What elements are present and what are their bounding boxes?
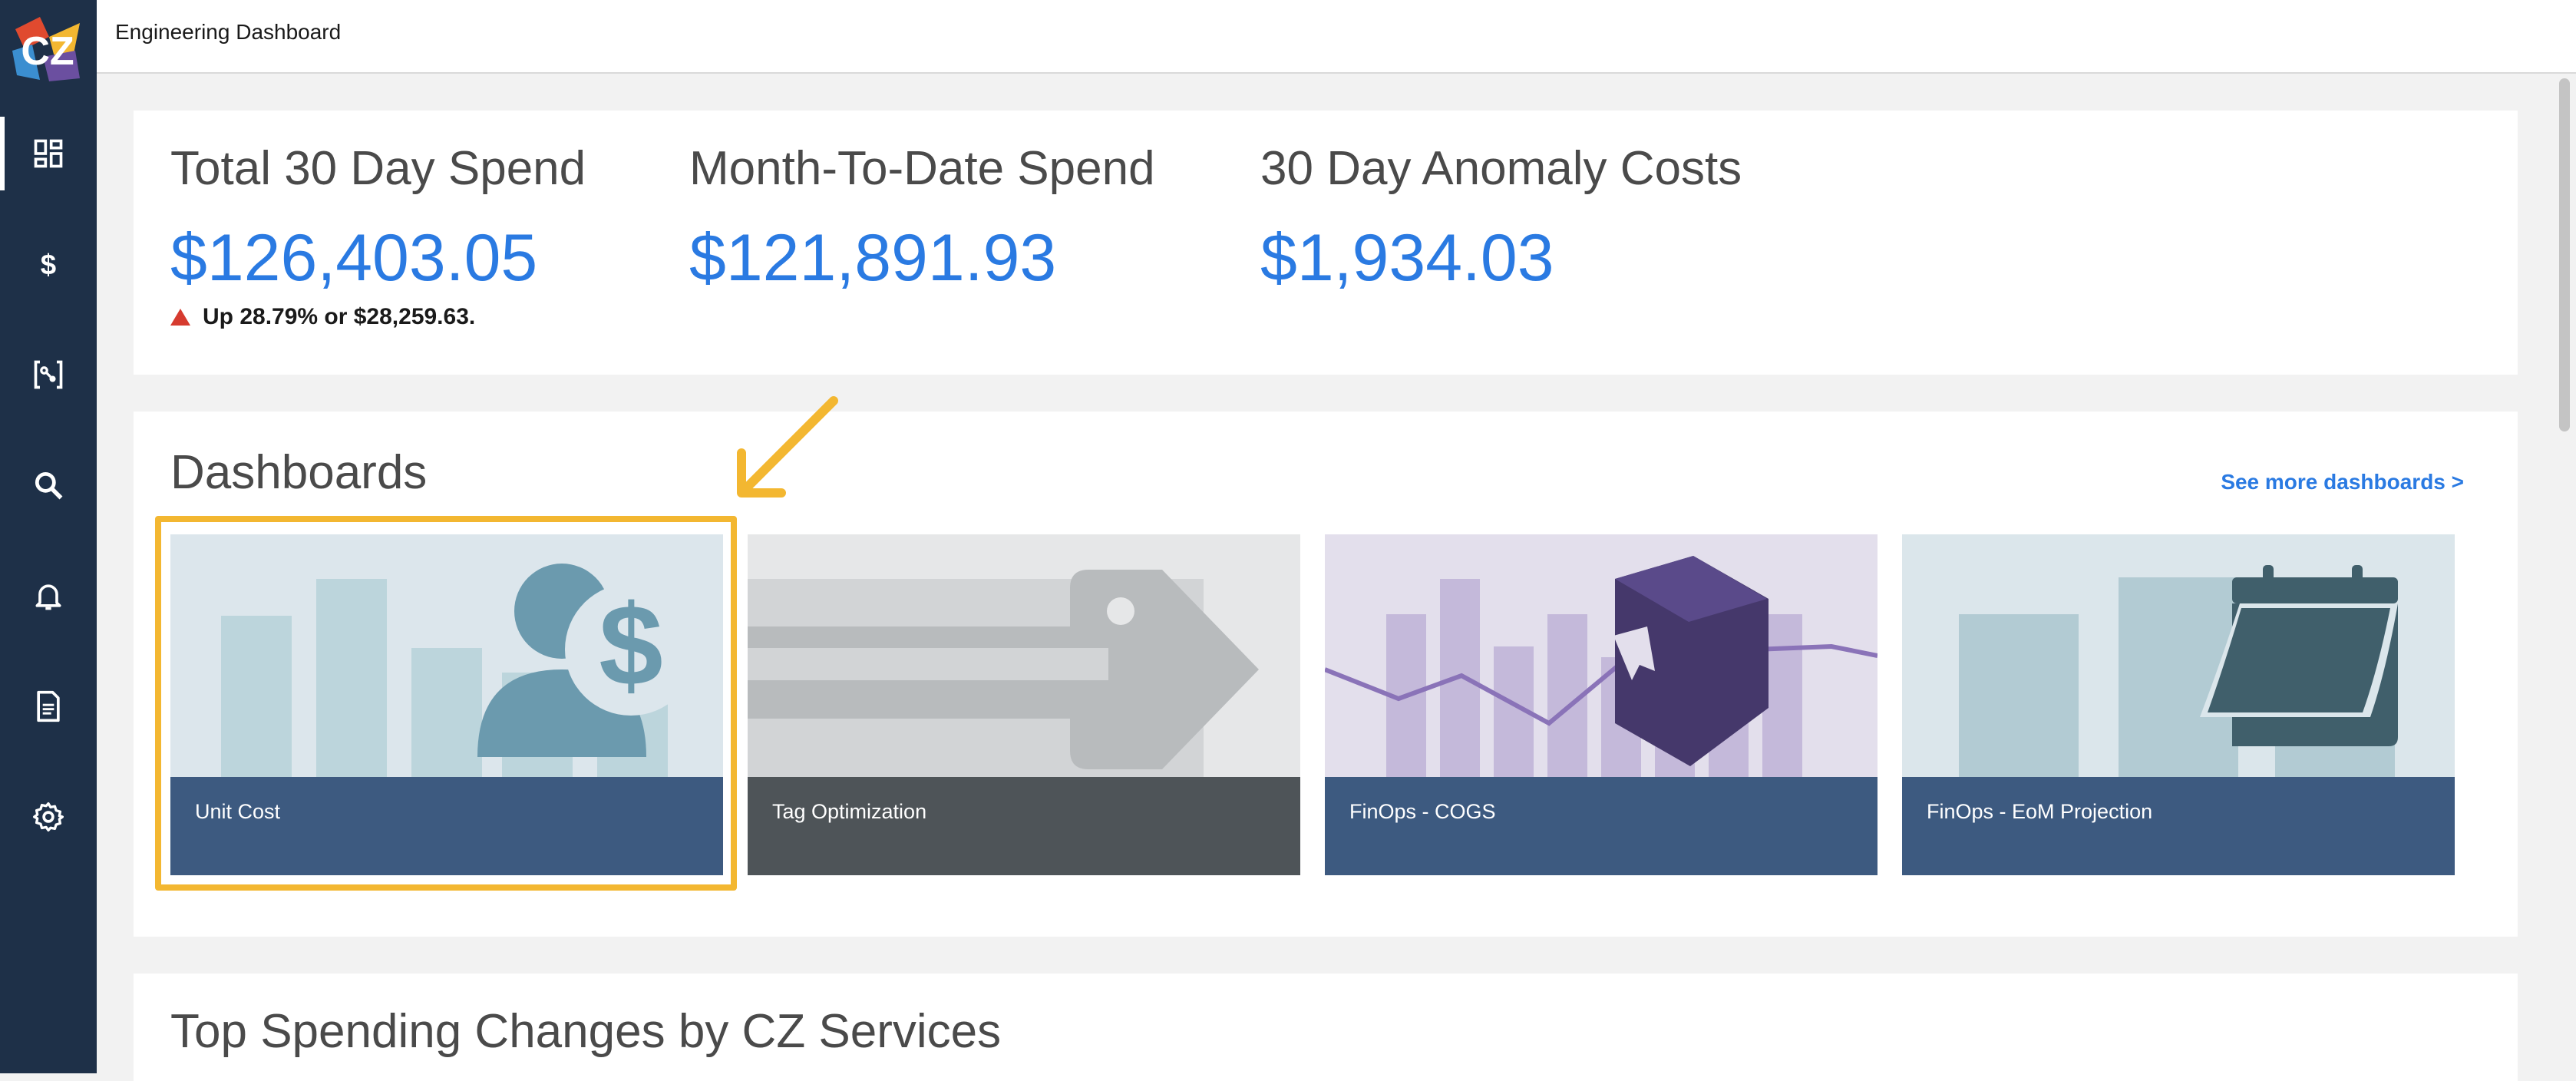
anomaly-cost-value: $1,934.03 xyxy=(1260,221,1554,295)
total-spend-stat: Total 30 Day Spend $126,403.05 Up 28.79%… xyxy=(170,141,586,330)
mtd-spend-value: $121,891.93 xyxy=(689,221,1057,295)
tile-label-finops-eom: FinOps - EoM Projection xyxy=(1927,800,2153,823)
bell-icon xyxy=(35,584,61,610)
tag-optimization-illustration xyxy=(748,534,1300,777)
svg-text:$: $ xyxy=(41,249,56,280)
spend-summary-card: Total 30 Day Spend $126,403.05 Up 28.79%… xyxy=(134,111,2518,375)
tile-footer: FinOps - COGS xyxy=(1325,777,1878,875)
sidebar-item-dashboards[interactable] xyxy=(0,117,97,190)
total-spend-change: Up 28.79% or $28,259.63. xyxy=(170,304,586,330)
document-icon xyxy=(37,690,60,722)
unit-cost-illustration: $ xyxy=(170,534,723,777)
tile-label-finops-cogs: FinOps - COGS xyxy=(1349,800,1496,823)
up-arrow-icon xyxy=(170,309,190,326)
dashboards-card: Dashboards See more dashboards > $ Unit … xyxy=(134,412,2518,937)
dashboard-tile-unit-cost[interactable]: $ Unit Cost xyxy=(170,534,723,875)
top-bar: Engineering Dashboard xyxy=(97,0,2576,74)
tile-footer: FinOps - EoM Projection xyxy=(1902,777,2455,875)
finops-cogs-illustration xyxy=(1325,534,1878,777)
mtd-spend-label: Month-To-Date Spend xyxy=(689,142,1155,195)
tile-footer: Unit Cost xyxy=(170,777,723,875)
dashboard-tile-finops-cogs[interactable]: FinOps - COGS xyxy=(1325,534,1878,875)
page-scrollbar[interactable] xyxy=(2553,74,2576,1073)
see-more-dashboards-link[interactable]: See more dashboards > xyxy=(2221,470,2464,494)
svg-text:$: $ xyxy=(599,580,662,709)
sidebar: CZ $ xyxy=(0,0,97,1073)
dashboard-tile-finops-eom[interactable]: FinOps - EoM Projection xyxy=(1902,534,2455,875)
dashboard-icon xyxy=(34,139,63,168)
search-icon xyxy=(35,471,63,500)
dashboards-title: Dashboards xyxy=(170,446,428,499)
sidebar-item-search[interactable] xyxy=(0,448,97,522)
page-title: Engineering Dashboard xyxy=(115,20,342,44)
dollar-icon: $ xyxy=(41,249,56,280)
total-spend-change-text: Up 28.79% or $28,259.63. xyxy=(203,304,476,329)
scrollbar-thumb[interactable] xyxy=(2559,78,2570,431)
anomaly-cost-stat: 30 Day Anomaly Costs $1,934.03 xyxy=(1260,141,1742,296)
tutorial-arrow-icon xyxy=(737,396,838,498)
anomaly-cost-label: 30 Day Anomaly Costs xyxy=(1260,142,1742,195)
cloudzero-logo[interactable]: CZ xyxy=(9,14,86,83)
mtd-spend-stat: Month-To-Date Spend $121,891.93 xyxy=(689,141,1155,296)
gear-icon xyxy=(33,802,64,832)
logo-text: CZ xyxy=(21,29,74,74)
anomaly-icon xyxy=(34,360,63,389)
total-spend-label: Total 30 Day Spend xyxy=(170,142,586,195)
sidebar-item-reports[interactable] xyxy=(0,669,97,743)
top-spending-title: Top Spending Changes by CZ Services xyxy=(170,1005,1002,1058)
tile-label-tag-optimization: Tag Optimization xyxy=(772,800,927,823)
eom-projection-illustration xyxy=(1902,534,2455,777)
tile-footer: Tag Optimization xyxy=(748,777,1300,875)
sidebar-item-settings[interactable] xyxy=(0,780,97,854)
top-spending-card: Top Spending Changes by CZ Services xyxy=(134,974,2518,1081)
dashboard-tile-tag-optimization[interactable]: Tag Optimization xyxy=(748,534,1300,875)
sidebar-item-alerts[interactable] xyxy=(0,559,97,633)
sidebar-item-cost[interactable]: $ xyxy=(0,227,97,301)
tile-label-unit-cost: Unit Cost xyxy=(195,800,281,823)
total-spend-value: $126,403.05 xyxy=(170,221,538,295)
sidebar-item-anomalies[interactable] xyxy=(0,338,97,412)
